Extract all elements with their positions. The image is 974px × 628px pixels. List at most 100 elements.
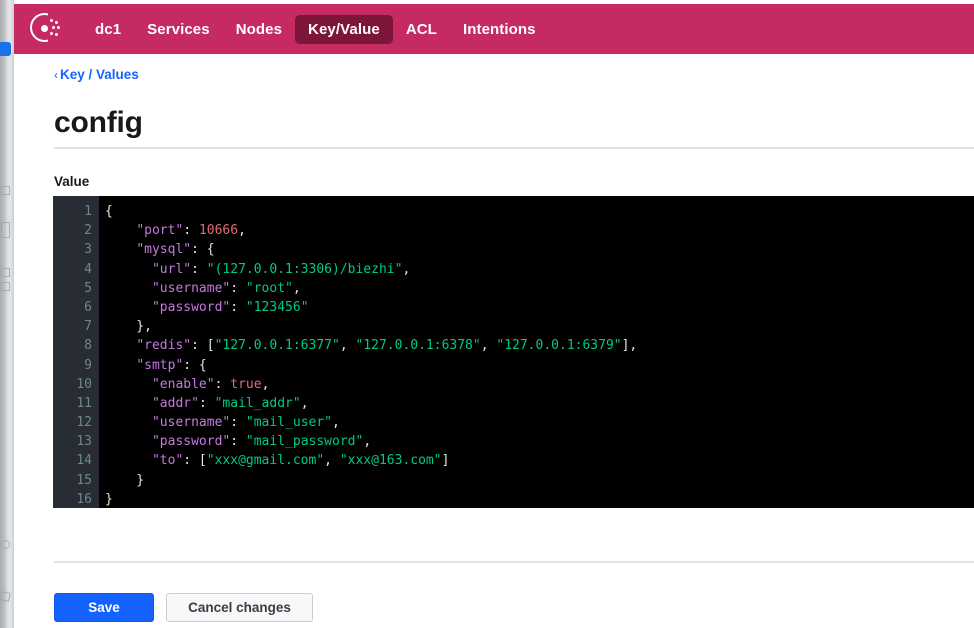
nav-item-datacenter[interactable]: dc1 — [82, 15, 134, 44]
consul-logo-icon[interactable] — [28, 11, 64, 47]
code-line[interactable]: 10 "enable": true, — [53, 374, 974, 394]
code-token-key: "enable" — [151, 376, 215, 392]
logo-pip-dot — [55, 20, 59, 24]
toolbar-glyph-icon — [1, 222, 10, 238]
nav-item-intentions[interactable]: Intentions — [450, 15, 549, 44]
value-code-editor[interactable]: 1{2 "port": 10666, 3 "mysql": {4 "url": "… — [53, 196, 974, 510]
code-line-text[interactable]: "password": "mail_password", — [99, 432, 974, 451]
code-token-punc: { — [105, 204, 113, 219]
code-line[interactable]: 5 "username": "root", — [53, 278, 974, 298]
main-navbar: dc1 Services Nodes Key/Value ACL Intenti… — [14, 4, 974, 54]
code-line[interactable]: 7 }, — [53, 317, 974, 337]
code-line[interactable]: 12 "username": "mail_user", — [53, 413, 974, 433]
code-token-punc: , — [292, 280, 301, 296]
code-line-number: 5 — [53, 278, 99, 298]
code-token-key: "username" — [151, 280, 231, 296]
code-token-str: "mail_user" — [245, 415, 332, 431]
code-line[interactable]: 6 "password": "123456" — [53, 297, 974, 318]
code-line[interactable]: 2 "port": 10666, — [53, 221, 974, 241]
logo-pip-dot — [51, 25, 55, 29]
navbar-items: dc1 Services Nodes Key/Value ACL Intenti… — [82, 14, 549, 44]
nav-item-services[interactable]: Services — [134, 15, 223, 44]
code-token-punc: , — [238, 223, 246, 239]
code-token-punc: , — [300, 395, 309, 411]
code-line-text[interactable]: "smtp": { — [99, 356, 974, 375]
code-line[interactable]: 8 "redis": ["127.0.0.1:6377", "127.0.0.1… — [53, 336, 974, 356]
consul-kv-page: dc1 Services Nodes Key/Value ACL Intenti… — [0, 0, 974, 628]
browser-left-edge-chrome — [0, 0, 14, 628]
code-token-punc — [105, 434, 152, 449]
code-token-punc: , — [480, 338, 497, 354]
code-line[interactable]: 9 "smtp": { — [53, 355, 974, 375]
code-token-punc: , — [402, 261, 411, 277]
code-token-punc: ] — [441, 453, 450, 469]
code-line-text[interactable]: } — [99, 471, 974, 490]
code-token-punc — [105, 415, 152, 430]
code-token-punc: : — [230, 434, 246, 450]
code-token-punc: }, — [105, 319, 152, 335]
logo-pip-dot — [50, 19, 54, 23]
code-line-text[interactable]: { — [99, 202, 974, 221]
code-line-text[interactable]: "username": "root", — [99, 279, 974, 298]
code-token-punc — [105, 396, 152, 411]
code-line-text[interactable]: "mysql": { — [99, 240, 974, 259]
code-token-str: "127.0.0.1:6379" — [496, 338, 622, 354]
code-token-punc: ], — [621, 338, 638, 354]
code-line-text[interactable]: "enable": true, — [99, 375, 974, 394]
code-token-punc: } — [105, 491, 113, 507]
code-token-punc — [105, 262, 152, 277]
code-line-text[interactable]: }, — [99, 317, 974, 336]
code-line-text[interactable]: "url": "(127.0.0.1:3306)/biezhi", — [99, 260, 974, 279]
nav-item-acl[interactable]: ACL — [393, 15, 450, 44]
code-line-text[interactable]: "port": 10666, — [99, 221, 974, 240]
code-line-number: 16 — [53, 489, 99, 509]
code-token-str: "(127.0.0.1:3306)/biezhi" — [206, 261, 403, 277]
nav-item-key-value[interactable]: Key/Value — [295, 14, 393, 44]
code-line[interactable]: 13 "password": "mail_password", — [53, 432, 974, 452]
code-line-number: 13 — [53, 432, 99, 452]
code-line-number: 14 — [53, 451, 99, 471]
chevron-left-icon: ‹ — [54, 68, 58, 82]
code-token-punc: : — [230, 280, 246, 296]
code-token-key: "redis" — [136, 338, 192, 354]
code-line-text[interactable]: "username": "mail_user", — [99, 413, 974, 432]
code-line-text[interactable]: "redis": ["127.0.0.1:6377", "127.0.0.1:6… — [99, 336, 974, 355]
code-token-punc: , — [261, 376, 270, 392]
logo-pip-dot — [50, 32, 54, 36]
code-line[interactable]: 1{ — [53, 202, 974, 222]
breadcrumb-key-values-link[interactable]: ‹ Key / Values — [54, 67, 139, 82]
code-line-number: 10 — [53, 374, 99, 394]
code-line[interactable]: 11 "addr": "mail_addr", — [53, 393, 974, 414]
code-line[interactable]: 14 "to": ["xxx@gmail.com", "xxx@163.com"… — [53, 451, 974, 471]
code-line[interactable]: 16} — [53, 489, 974, 509]
code-token-str: "127.0.0.1:6377" — [214, 338, 340, 354]
clock-glyph-icon — [1, 540, 10, 549]
cancel-changes-button[interactable]: Cancel changes — [166, 593, 313, 622]
code-line-text[interactable]: } — [99, 490, 974, 509]
code-token-key: "username" — [151, 415, 231, 431]
editor-code-lines[interactable]: 1{2 "port": 10666, 3 "mysql": {4 "url": "… — [53, 202, 974, 509]
code-line[interactable]: 4 "url": "(127.0.0.1:3306)/biezhi", — [53, 259, 974, 279]
code-token-punc: : { — [191, 242, 215, 258]
code-token-punc: : [ — [191, 338, 215, 354]
code-line-text[interactable]: "addr": "mail_addr", — [99, 394, 974, 413]
code-line[interactable]: 3 "mysql": { — [53, 240, 974, 260]
code-line-number: 11 — [53, 393, 99, 414]
window-edge-strip — [0, 0, 6, 628]
nav-item-nodes[interactable]: Nodes — [223, 15, 295, 44]
code-line[interactable]: 15 } — [53, 470, 974, 490]
code-token-punc — [105, 338, 136, 353]
code-token-punc — [105, 377, 152, 392]
save-button[interactable]: Save — [54, 593, 154, 622]
active-tab-accent-icon — [0, 42, 11, 56]
code-token-punc: } — [105, 472, 145, 488]
code-token-punc — [105, 453, 152, 468]
code-token-punc: : — [214, 376, 231, 392]
code-line-text[interactable]: "password": "123456" — [99, 298, 974, 317]
code-line-text[interactable]: "to": ["xxx@gmail.com", "xxx@163.com"] — [99, 451, 974, 470]
code-line-number: 8 — [53, 336, 99, 356]
logo-pip-dot — [55, 32, 59, 36]
code-line-number: 9 — [53, 355, 99, 375]
toolbar-glyph-icon — [1, 282, 10, 291]
toolbar-glyph-icon — [1, 186, 10, 195]
